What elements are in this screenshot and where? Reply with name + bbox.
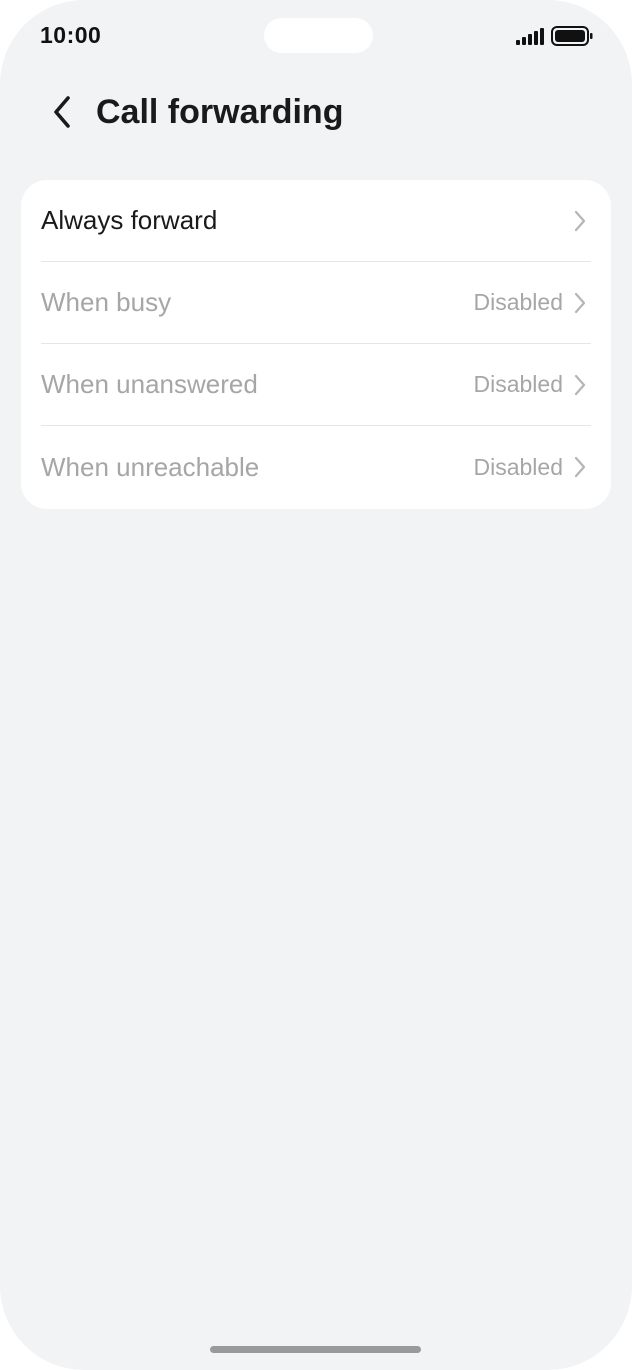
option-label: When unanswered [41,369,258,399]
option-always-forward[interactable]: Always forward [41,180,591,262]
chevron-right-icon [573,209,587,233]
battery-icon [551,26,593,46]
phone-screen: 10:00 Call forwarding Always forward Whe… [0,0,632,1370]
forwarding-options-list: Always forward When busy Disabled When u… [21,180,611,509]
chevron-right-icon [573,455,587,479]
status-bar: 10:00 [0,0,632,72]
chevron-left-icon [54,96,70,128]
option-label: When busy [41,287,172,317]
chevron-right-icon [573,373,587,397]
back-button[interactable] [40,90,84,134]
page-title: Call forwarding [96,93,344,131]
chevron-right-icon [573,291,587,315]
option-when-unanswered[interactable]: When unanswered Disabled [41,344,591,426]
header: Call forwarding [0,82,632,142]
home-indicator[interactable] [210,1346,421,1353]
option-when-unreachable[interactable]: When unreachable Disabled [41,426,591,508]
option-value: Disabled [473,453,564,480]
option-value: Disabled [473,371,564,397]
option-value: Disabled [473,289,564,315]
dynamic-island [264,18,373,53]
signal-icon [516,28,544,45]
status-time: 10:00 [40,22,102,48]
option-when-busy[interactable]: When busy Disabled [41,262,591,344]
option-label: Always forward [41,205,218,235]
option-label: When unreachable [41,451,260,482]
